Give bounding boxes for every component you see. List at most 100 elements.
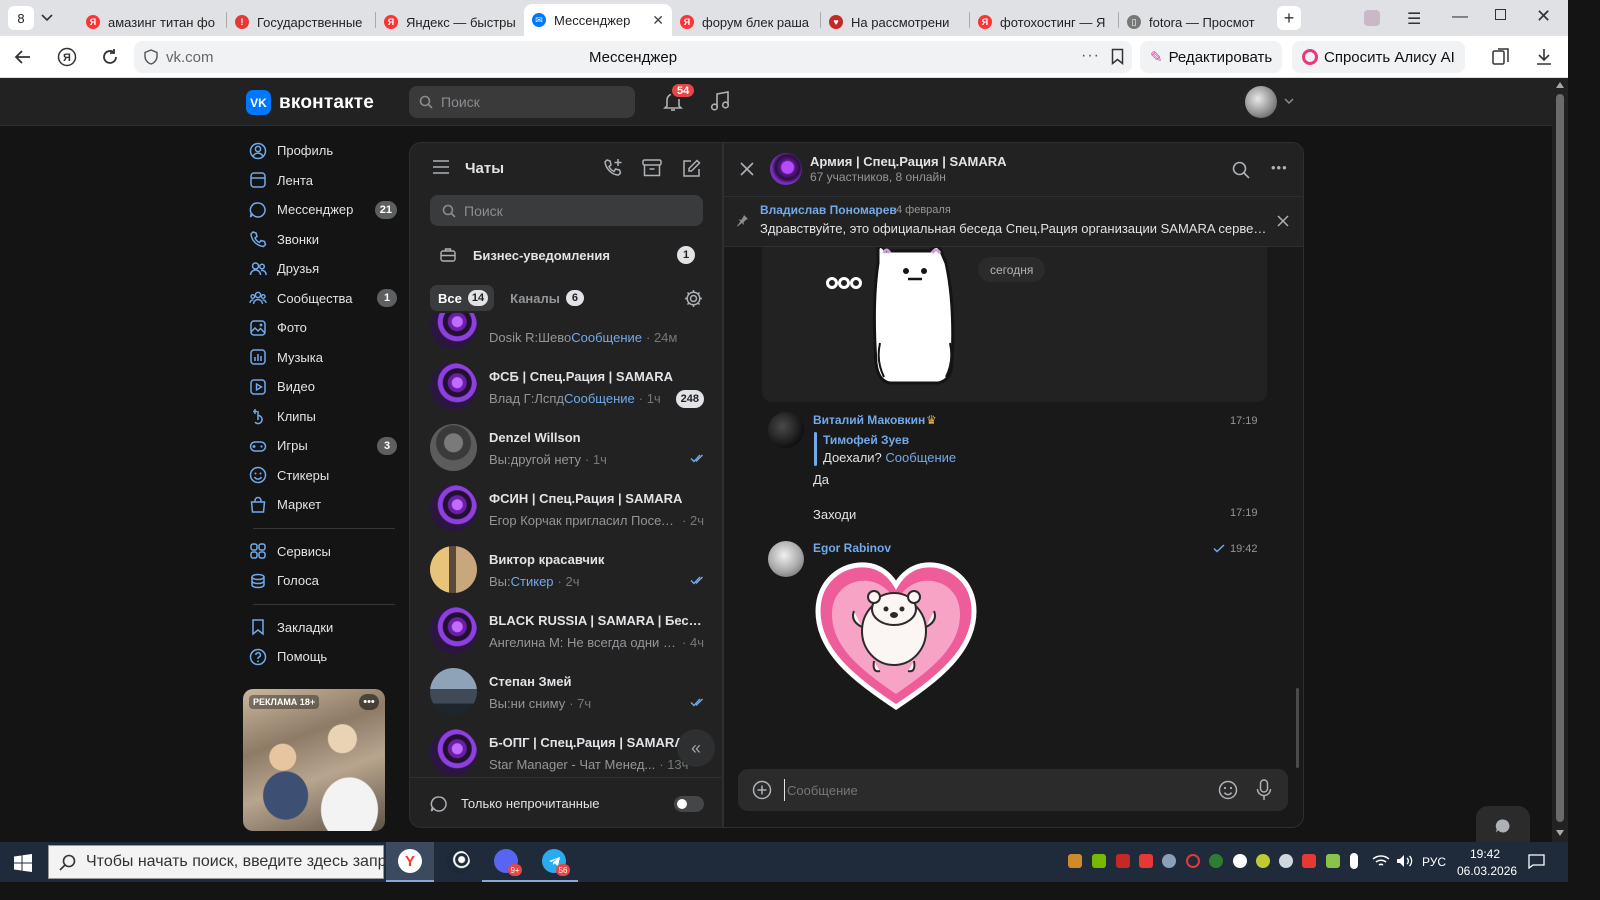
collections-icon[interactable] — [1492, 48, 1510, 66]
message-author-avatar[interactable] — [768, 412, 804, 448]
tab-counter[interactable]: 8 — [8, 6, 34, 30]
sidebar-item-bookmark[interactable]: Закладки — [241, 613, 401, 643]
bookmark-page-icon[interactable] — [1111, 48, 1124, 65]
yandex-protect-icon[interactable] — [1364, 10, 1380, 26]
browser-menu-icon[interactable]: ☰ — [1407, 9, 1421, 29]
pinned-message[interactable]: Владислав Пономарев 4 февраля Здравствуй… — [724, 197, 1303, 247]
pinned-author[interactable]: Владислав Пономарев — [760, 203, 897, 217]
sidebar-item-messenger[interactable]: Мессенджер 21 — [241, 195, 401, 225]
message-author[interactable]: Egor Rabinov — [813, 541, 891, 555]
url-box[interactable]: vk.com Мессенджер ··· — [134, 41, 1132, 73]
tray-app-icon[interactable] — [1116, 854, 1130, 868]
chats-search-input[interactable]: Поиск — [430, 195, 703, 226]
ad-more-icon[interactable]: ••• — [359, 694, 379, 710]
collapse-panel-chevrons-icon[interactable]: « — [677, 729, 715, 767]
input-language[interactable]: РУС — [1422, 855, 1446, 869]
chat-list-item[interactable]: ФСБ | Спец.Рация | SAMARA Влад Г: Лспд Со… — [410, 356, 722, 417]
tray-app-icon[interactable] — [1068, 854, 1082, 868]
chat-list-item[interactable]: Виктор красавчик Вы: Стикер · 2ч — [410, 539, 722, 600]
tabs-dropdown-icon[interactable] — [34, 6, 60, 30]
sidebar-item-help[interactable]: Помощь — [241, 642, 401, 672]
ghost-sticker[interactable] — [820, 247, 970, 393]
close-window-button[interactable]: ✕ — [1536, 6, 1551, 27]
back-button[interactable] — [6, 40, 40, 74]
chat-list-item[interactable]: BLACK RUSSIA | SAMARA | Беседа... Ангелин… — [410, 600, 722, 661]
tray-app-icon[interactable] — [1302, 854, 1316, 868]
sidebar-item-profile[interactable]: Профиль — [241, 136, 401, 166]
browser-tab[interactable]: ✉ Мессенджер ✕ — [524, 4, 672, 36]
sidebar-item-votes[interactable]: Голоса — [241, 566, 401, 596]
chat-list-item[interactable]: Степан Змей Вы: ни сниму · 7ч — [410, 661, 722, 722]
tray-app-icon[interactable] — [1256, 854, 1270, 868]
browser-tab[interactable]: ! Государственные — [227, 8, 375, 36]
search-in-conversation-icon[interactable] — [1232, 161, 1250, 179]
reply-link[interactable]: Сообщение — [885, 450, 956, 465]
tray-yandex-icon[interactable] — [1233, 854, 1247, 868]
tray-app-icon[interactable] — [1186, 854, 1200, 868]
tray-app-icon[interactable] — [1326, 854, 1340, 868]
sidebar-item-friends[interactable]: Друзья — [241, 254, 401, 284]
unpin-close-icon[interactable] — [1277, 215, 1289, 227]
chat-list-item[interactable]: Denzel Willson Вы: другой нету · 1ч — [410, 417, 722, 478]
emoji-smile-icon[interactable] — [1218, 780, 1238, 800]
archive-icon[interactable] — [642, 159, 662, 178]
new-call-icon[interactable] — [603, 158, 624, 179]
sidebar-item-communities[interactable]: Сообщества 1 — [241, 284, 401, 314]
conversation-more-icon[interactable]: ••• — [1271, 160, 1288, 175]
browser-tab[interactable]: Яфотохостинг — Я — [970, 8, 1118, 36]
ad-banner[interactable]: РЕКЛАМА 18+ ••• — [243, 689, 385, 831]
tray-nvidia-icon[interactable] — [1092, 854, 1106, 868]
ask-alice-button[interactable]: Спросить Алису AI — [1292, 41, 1465, 73]
microphone-icon[interactable] — [1256, 779, 1272, 801]
music-note-icon[interactable] — [709, 90, 731, 112]
tray-app-icon[interactable] — [1209, 854, 1223, 868]
floating-chat-bubble-icon[interactable] — [1476, 806, 1530, 846]
minimize-button[interactable]: — — [1452, 8, 1468, 26]
browser-tab[interactable]: ▯ fotora — Просмот — [1119, 8, 1267, 36]
clock-time[interactable]: 19:42 — [1470, 847, 1500, 861]
message-history[interactable]: сегодня Виталий Маковкин ♛ 17:19 Тимофей… — [724, 247, 1303, 767]
scroll-down-arrow-icon[interactable] — [1556, 830, 1564, 836]
message-author[interactable]: Виталий Маковкин — [813, 413, 925, 427]
tray-volume-icon[interactable] — [1396, 854, 1414, 868]
restore-button[interactable] — [1495, 9, 1506, 20]
taskbar-search-input[interactable]: Чтобы начать поиск, введите здесь запрос — [48, 845, 403, 879]
sidebar-item-music[interactable]: Музыка — [241, 343, 401, 373]
attach-plus-icon[interactable] — [752, 780, 772, 800]
page-scrollbar[interactable] — [1552, 78, 1568, 842]
browser-tab[interactable]: Я Яндекс — быстры — [376, 8, 524, 36]
business-notifications-item[interactable]: Бизнес-уведомления 1 — [410, 237, 722, 273]
sidebar-item-clips[interactable]: Клипы — [241, 402, 401, 432]
close-tab-icon[interactable]: ✕ — [652, 12, 664, 29]
unread-only-toggle[interactable] — [674, 796, 704, 812]
scroll-up-arrow-icon[interactable] — [1556, 82, 1564, 88]
url-text[interactable]: vk.com — [166, 49, 214, 66]
message-scrollbar[interactable] — [1296, 688, 1299, 768]
user-avatar[interactable] — [1245, 86, 1277, 118]
tray-shield-icon[interactable] — [1139, 854, 1153, 868]
windows-start-icon[interactable] — [14, 854, 32, 872]
close-conversation-icon[interactable] — [740, 162, 754, 176]
reply-quote[interactable] — [814, 432, 817, 466]
message-input[interactable] — [784, 779, 1194, 801]
taskbar-yandex-browser-icon[interactable]: Y — [386, 842, 434, 882]
tray-wifi-icon[interactable] — [1372, 854, 1390, 868]
conversation-title[interactable]: Армия | Спец.Рация | SAMARA — [810, 154, 1007, 169]
message-author-avatar[interactable] — [768, 541, 804, 577]
compose-icon[interactable] — [682, 159, 701, 178]
browser-tab[interactable]: Яфорум блек раша — [672, 8, 820, 36]
sidebar-item-photo[interactable]: Фото — [241, 313, 401, 343]
action-center-icon[interactable] — [1528, 854, 1545, 869]
reload-button[interactable] — [93, 40, 127, 74]
vk-logo[interactable]: VK вконтакте — [246, 90, 374, 115]
more-dots-icon[interactable]: ··· — [1081, 47, 1100, 65]
downloads-icon[interactable] — [1536, 48, 1552, 66]
sidebar-item-video[interactable]: Видео — [241, 372, 401, 402]
hamburger-menu-icon[interactable] — [432, 160, 450, 174]
new-tab-button[interactable]: + — [1277, 6, 1301, 30]
browser-tab[interactable]: Яамазинг титан фо — [78, 8, 226, 36]
heart-bear-sticker[interactable] — [814, 559, 979, 711]
sidebar-item-feed[interactable]: Лента — [241, 166, 401, 196]
scroll-thumb[interactable] — [1556, 94, 1564, 822]
conversation-avatar[interactable] — [770, 153, 802, 185]
